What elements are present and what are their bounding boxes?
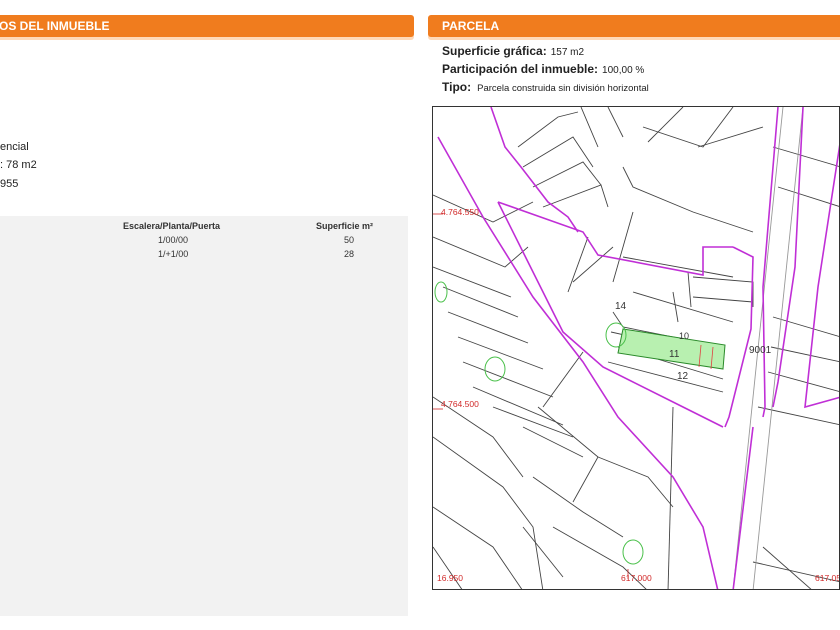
cadastral-map[interactable]: 4.764.550 4.764.500 16.950 617.000 617.0… <box>432 106 840 590</box>
property-data-header: OS DEL INMUEBLE <box>0 15 414 37</box>
coord-east-3: 617.05 <box>815 573 840 583</box>
cadastral-map-drawing <box>433 107 839 589</box>
parcel-label-10: 10 <box>679 331 690 341</box>
parcel-label-9001: 9001 <box>749 345 772 356</box>
graphic-surface-value: 157 m2 <box>550 47 585 58</box>
table-row-2-escalera: 1/+1/00 <box>158 249 189 259</box>
type-value: Parcela construida sin división horizont… <box>477 83 649 94</box>
participation-row: Participación del inmueble: 100,00 % <box>442 62 644 76</box>
use-fragment: encial <box>0 141 29 153</box>
coord-north-1: 4.764.550 <box>441 207 479 217</box>
coord-east-2: 617.000 <box>621 573 652 583</box>
graphic-surface-row: Superficie gráfica: 157 m2 <box>442 44 584 58</box>
vegetation-marks <box>434 281 644 565</box>
parcel-label-12: 12 <box>677 371 689 382</box>
type-label: Tipo: <box>442 80 472 94</box>
table-row-2-superficie: 28 <box>344 249 355 259</box>
built-area-fragment: : 78 m2 <box>0 159 37 171</box>
col-header-superficie: Superficie m² <box>316 221 374 231</box>
type-row: Tipo: Parcela construida sin división hor… <box>442 80 649 94</box>
graphic-surface-label: Superficie gráfica: <box>442 44 547 58</box>
year-fragment: 955 <box>0 178 19 190</box>
table-row-1-superficie: 50 <box>344 235 355 245</box>
property-data-header-text: OS DEL INMUEBLE <box>0 19 110 33</box>
col-header-escalera: Escalera/Planta/Puerta <box>123 221 221 231</box>
parcel-label-14: 14 <box>615 301 627 312</box>
parcel-header-text: PARCELA <box>442 19 500 33</box>
participation-label: Participación del inmueble: <box>442 62 599 76</box>
parcel-header: PARCELA <box>428 15 840 37</box>
coord-east-1: 16.950 <box>437 573 463 583</box>
construction-table: Escalera/Planta/Puerta Superficie m² 1/0… <box>0 216 408 616</box>
participation-value: 100,00 % <box>602 65 645 76</box>
coord-north-2: 4.764.500 <box>441 399 479 409</box>
table-row-1-escalera: 1/00/00 <box>158 235 189 245</box>
parcel-label-11: 11 <box>669 349 680 360</box>
